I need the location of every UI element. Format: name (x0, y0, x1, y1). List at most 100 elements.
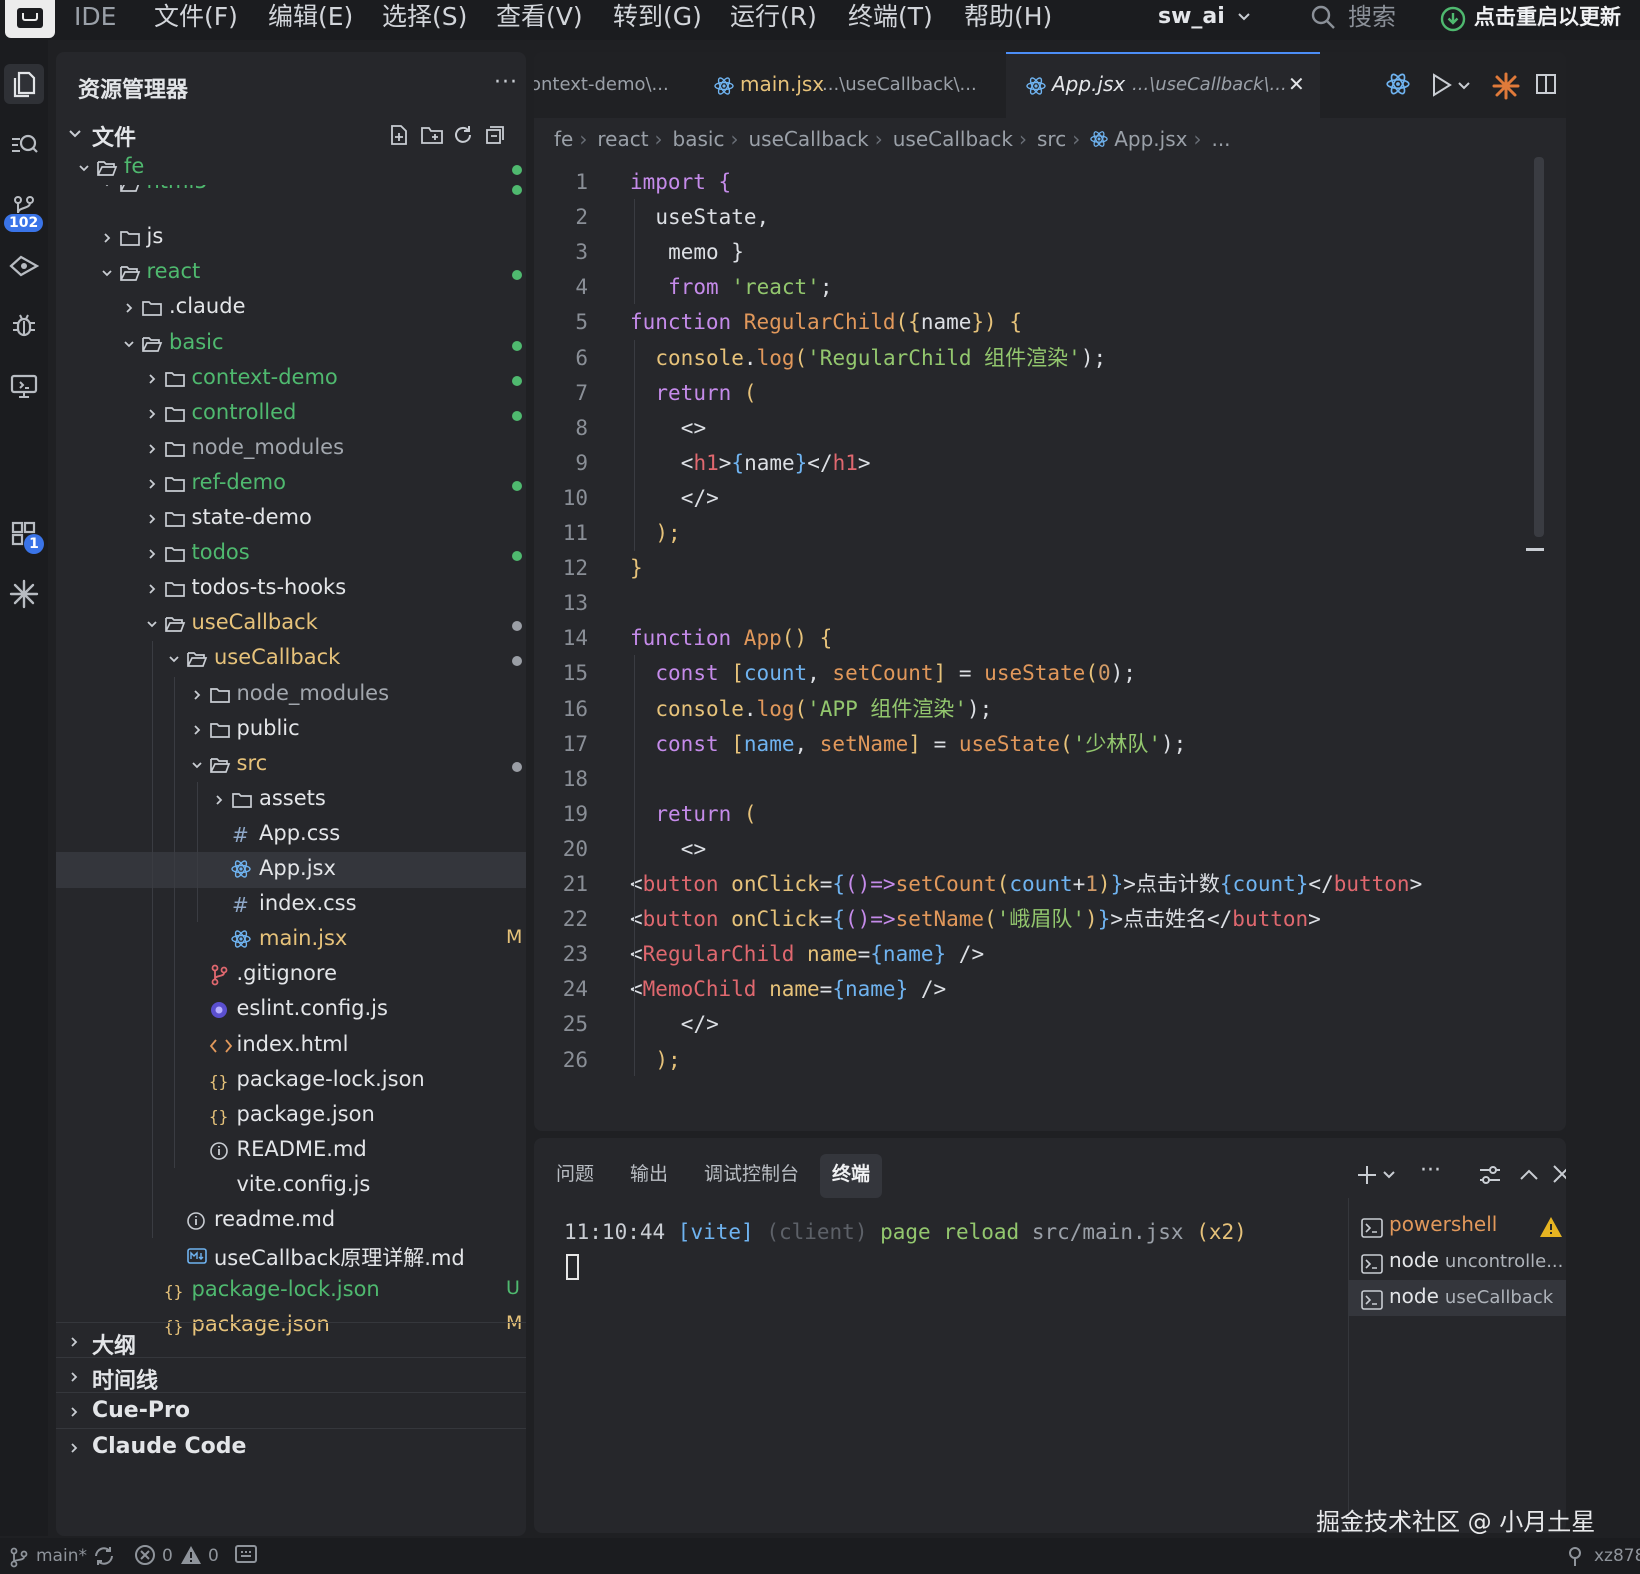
chevron-down-icon[interactable] (1456, 78, 1472, 94)
breadcrumb-item[interactable]: useCallback (893, 127, 1013, 151)
ai-assistant-icon[interactable] (4, 574, 44, 614)
sidebar-section[interactable]: Cue-Pro (56, 1392, 526, 1427)
tree-item[interactable]: state-demo (56, 501, 526, 537)
breadcrumb-item[interactable]: basic (673, 127, 725, 151)
close-icon[interactable]: ✕ (1288, 72, 1305, 96)
menu-run[interactable]: 运行(R) (730, 0, 817, 38)
collapse-all-icon[interactable] (484, 124, 506, 146)
warning-icon[interactable] (180, 1544, 202, 1566)
chevron-down-icon[interactable] (123, 338, 135, 350)
tree-item[interactable]: todos-ts-hooks (56, 571, 526, 607)
breadcrumb-item[interactable]: react (597, 127, 648, 151)
tree-item[interactable]: App.jsx (56, 852, 526, 888)
tree-item[interactable]: public (56, 712, 526, 748)
chevron-down-icon[interactable] (101, 185, 113, 189)
tab-context-demo[interactable]: ontext-demo\... (534, 52, 692, 118)
remote-status-icon[interactable] (234, 1544, 258, 1566)
chevron-right-icon[interactable] (101, 232, 113, 244)
breadcrumb-item[interactable]: fe (554, 127, 573, 151)
tree-item[interactable]: assets (56, 782, 526, 818)
tree-item[interactable]: index.html (56, 1028, 526, 1064)
tree-item[interactable]: node_modules (56, 431, 526, 467)
sidebar-section[interactable]: Claude Code (56, 1427, 526, 1463)
tree-item[interactable]: useCallback (56, 641, 526, 677)
sidebar-section[interactable]: 大纲 (56, 1322, 526, 1359)
tab-output[interactable]: 输出 (630, 1154, 668, 1198)
tree-item[interactable]: useCallback (56, 606, 526, 642)
tree-item[interactable]: README.md (56, 1133, 526, 1169)
tree-item[interactable]: # App.css (56, 817, 526, 853)
menu-view[interactable]: 查看(V) (496, 0, 583, 38)
refresh-icon[interactable] (452, 124, 474, 146)
workspace-name[interactable]: sw_ai (1158, 0, 1225, 38)
editor-scrollbar[interactable] (1534, 157, 1544, 537)
warning-count[interactable]: 0 (208, 1546, 219, 1566)
search-box[interactable]: 搜索 (1348, 0, 1396, 34)
remote-icon[interactable] (4, 246, 44, 286)
tree-item[interactable]: eslint.config.js (56, 992, 526, 1028)
close-icon[interactable] (1552, 1164, 1566, 1184)
tab-problems[interactable]: 问题 (556, 1154, 594, 1198)
more-icon[interactable]: ··· (1420, 1158, 1441, 1183)
tree-item[interactable]: react (56, 255, 526, 291)
menu-edit[interactable]: 编辑(E) (268, 0, 353, 38)
tree-item[interactable]: vite.config.js (56, 1168, 526, 1204)
tab-main-jsx[interactable]: main.jsx ...\useCallback\... (694, 52, 1004, 118)
menu-go[interactable]: 转到(G) (613, 0, 702, 38)
restart-update-button[interactable]: 点击重启以更新 (1438, 0, 1640, 38)
new-folder-icon[interactable] (420, 124, 444, 146)
bell-icon[interactable] (1566, 1544, 1584, 1568)
tree-item[interactable]: {} package-lock.json U (56, 1273, 526, 1309)
chevron-down-icon[interactable] (1382, 1168, 1396, 1182)
tree-item[interactable]: readme.md (56, 1203, 526, 1239)
tab-debug-console[interactable]: 调试控制台 (704, 1154, 799, 1198)
tree-item[interactable]: todos (56, 536, 526, 572)
debug-icon[interactable] (4, 306, 44, 346)
tree-item[interactable]: basic (56, 326, 526, 362)
breadcrumb-item[interactable]: App.jsx (1114, 127, 1187, 151)
branch-name[interactable]: main* (36, 1546, 87, 1566)
chevron-right-icon[interactable] (146, 583, 158, 595)
new-file-icon[interactable] (388, 124, 410, 146)
tree-item[interactable]: html5 (56, 185, 526, 203)
terminal-instance[interactable]: node uncontrolle... (1349, 1244, 1566, 1280)
more-actions-button[interactable]: ··· (494, 70, 518, 95)
tree-item[interactable]: useCallback原理详解.md (56, 1238, 526, 1274)
files-section-header[interactable]: 文件 (56, 116, 526, 154)
tree-item[interactable]: .gitignore (56, 957, 526, 993)
menu-terminal[interactable]: 终端(T) (848, 0, 933, 38)
new-terminal-icon[interactable] (1356, 1164, 1378, 1186)
claude-icon[interactable] (1492, 72, 1520, 100)
tree-item[interactable]: js (56, 220, 526, 256)
chevron-down-icon[interactable] (101, 267, 113, 279)
menu-help[interactable]: 帮助(H) (964, 0, 1052, 38)
panel-settings-icon[interactable] (1478, 1164, 1502, 1186)
explorer-icon[interactable] (4, 64, 44, 104)
chevron-right-icon[interactable] (146, 513, 158, 525)
chevron-right-icon[interactable] (191, 724, 203, 736)
tree-item[interactable]: {} package.json (56, 1098, 526, 1134)
run-icon[interactable] (1428, 72, 1454, 98)
tree-item[interactable]: controlled (56, 396, 526, 432)
menu-selection[interactable]: 选择(S) (382, 0, 467, 38)
chevron-down-icon[interactable] (1236, 8, 1252, 24)
chevron-down-icon[interactable] (168, 653, 180, 665)
tree-item[interactable]: # index.css (56, 887, 526, 923)
chevron-up-icon[interactable] (1518, 1164, 1540, 1186)
chevron-right-icon[interactable] (146, 443, 158, 455)
terminal-output[interactable]: 11:10:44 [vite] (client) page reload src… (564, 1214, 1247, 1250)
tree-item[interactable]: fe (56, 150, 526, 186)
react-icon[interactable] (1386, 72, 1410, 96)
chevron-right-icon[interactable] (146, 408, 158, 420)
chevron-right-icon[interactable] (146, 478, 158, 490)
app-logo-icon[interactable] (5, 0, 55, 38)
chevron-right-icon[interactable] (146, 548, 158, 560)
search-icon[interactable] (4, 124, 44, 164)
search-icon[interactable] (1310, 4, 1338, 32)
sidebar-section[interactable]: 时间线 (56, 1357, 526, 1394)
tree-item[interactable]: node_modules (56, 677, 526, 713)
chevron-right-icon[interactable] (123, 302, 135, 314)
chevron-right-icon[interactable] (213, 794, 225, 806)
chevron-down-icon[interactable] (78, 162, 90, 174)
chevron-right-icon[interactable] (146, 373, 158, 385)
